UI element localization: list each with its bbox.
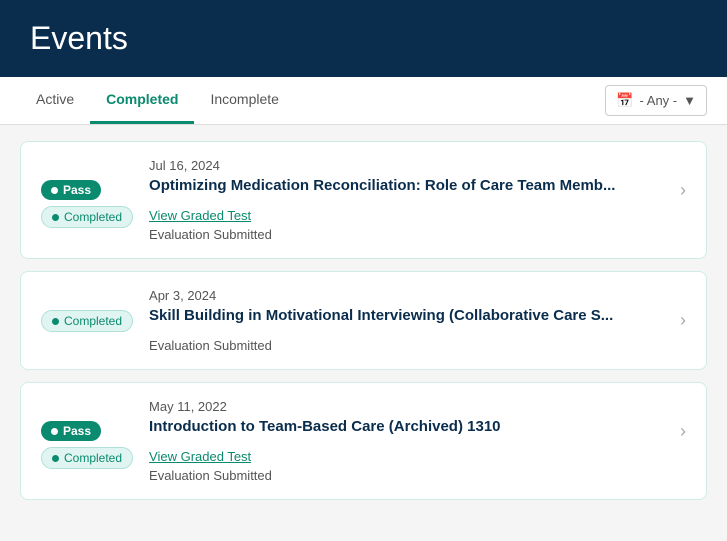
event-title-3: Introduction to Team-Based Care (Archive…: [149, 418, 500, 435]
completed-dot-2: [52, 318, 59, 325]
pass-label-3: Pass: [63, 424, 91, 438]
chevron-right-icon-1[interactable]: ›: [680, 180, 686, 201]
completed-badge-3: Completed: [41, 447, 133, 469]
filter-dropdown[interactable]: 📅 - Any - ▼: [605, 85, 707, 116]
badges-col-3: Pass Completed: [41, 399, 133, 483]
completed-badge-1: Completed: [41, 206, 133, 228]
pass-badge-1: Pass: [41, 180, 101, 200]
event-card-1: Pass Completed Jul 16, 2024 Optimizing M…: [20, 141, 707, 259]
completed-dot-1: [52, 214, 59, 221]
pass-dot-3: [51, 428, 58, 435]
pass-dot-1: [51, 187, 58, 194]
event-date-3: May 11, 2022: [149, 399, 686, 414]
calendar-icon: 📅: [616, 92, 633, 109]
header: Events: [0, 0, 727, 77]
badges-col-2: Completed: [41, 288, 133, 353]
tab-group: Active Completed Incomplete: [20, 77, 295, 124]
tabs-bar: Active Completed Incomplete 📅 - Any - ▼: [0, 77, 727, 125]
event-date-2: Apr 3, 2024: [149, 288, 686, 303]
completed-badge-2: Completed: [41, 310, 133, 332]
filter-label: - Any -: [640, 93, 678, 108]
completed-dot-3: [52, 455, 59, 462]
tab-incomplete[interactable]: Incomplete: [194, 77, 294, 124]
chevron-right-icon-2[interactable]: ›: [680, 310, 686, 331]
event-details-3: View Graded Test Evaluation Submitted: [149, 449, 686, 483]
event-title-1: Optimizing Medication Reconciliation: Ro…: [149, 177, 615, 194]
event-card-3: Pass Completed May 11, 2022 Introduction…: [20, 382, 707, 500]
event-title-2: Skill Building in Motivational Interview…: [149, 307, 613, 324]
event-info-1: Jul 16, 2024 Optimizing Medication Recon…: [149, 158, 686, 242]
events-list: Pass Completed Jul 16, 2024 Optimizing M…: [0, 125, 727, 516]
chevron-right-icon-3[interactable]: ›: [680, 421, 686, 442]
badges-col-1: Pass Completed: [41, 158, 133, 242]
chevron-down-icon: ▼: [683, 93, 696, 108]
completed-label-3: Completed: [64, 451, 122, 465]
view-graded-button-1[interactable]: View Graded Test: [149, 208, 686, 223]
page-title: Events: [30, 20, 697, 57]
pass-badge-3: Pass: [41, 421, 101, 441]
tab-active[interactable]: Active: [20, 77, 90, 124]
event-details-1: View Graded Test Evaluation Submitted: [149, 208, 686, 242]
completed-label-2: Completed: [64, 314, 122, 328]
view-graded-button-3[interactable]: View Graded Test: [149, 449, 686, 464]
event-details-2: Evaluation Submitted: [149, 338, 686, 353]
eval-submitted-1: Evaluation Submitted: [149, 227, 686, 242]
event-info-3: May 11, 2022 Introduction to Team-Based …: [149, 399, 686, 483]
eval-submitted-2: Evaluation Submitted: [149, 338, 686, 353]
event-info-2: Apr 3, 2024 Skill Building in Motivation…: [149, 288, 686, 353]
tab-completed[interactable]: Completed: [90, 77, 194, 124]
event-date-1: Jul 16, 2024: [149, 158, 686, 173]
event-card-2: Completed Apr 3, 2024 Skill Building in …: [20, 271, 707, 370]
completed-label-1: Completed: [64, 210, 122, 224]
pass-label-1: Pass: [63, 183, 91, 197]
eval-submitted-3: Evaluation Submitted: [149, 468, 686, 483]
